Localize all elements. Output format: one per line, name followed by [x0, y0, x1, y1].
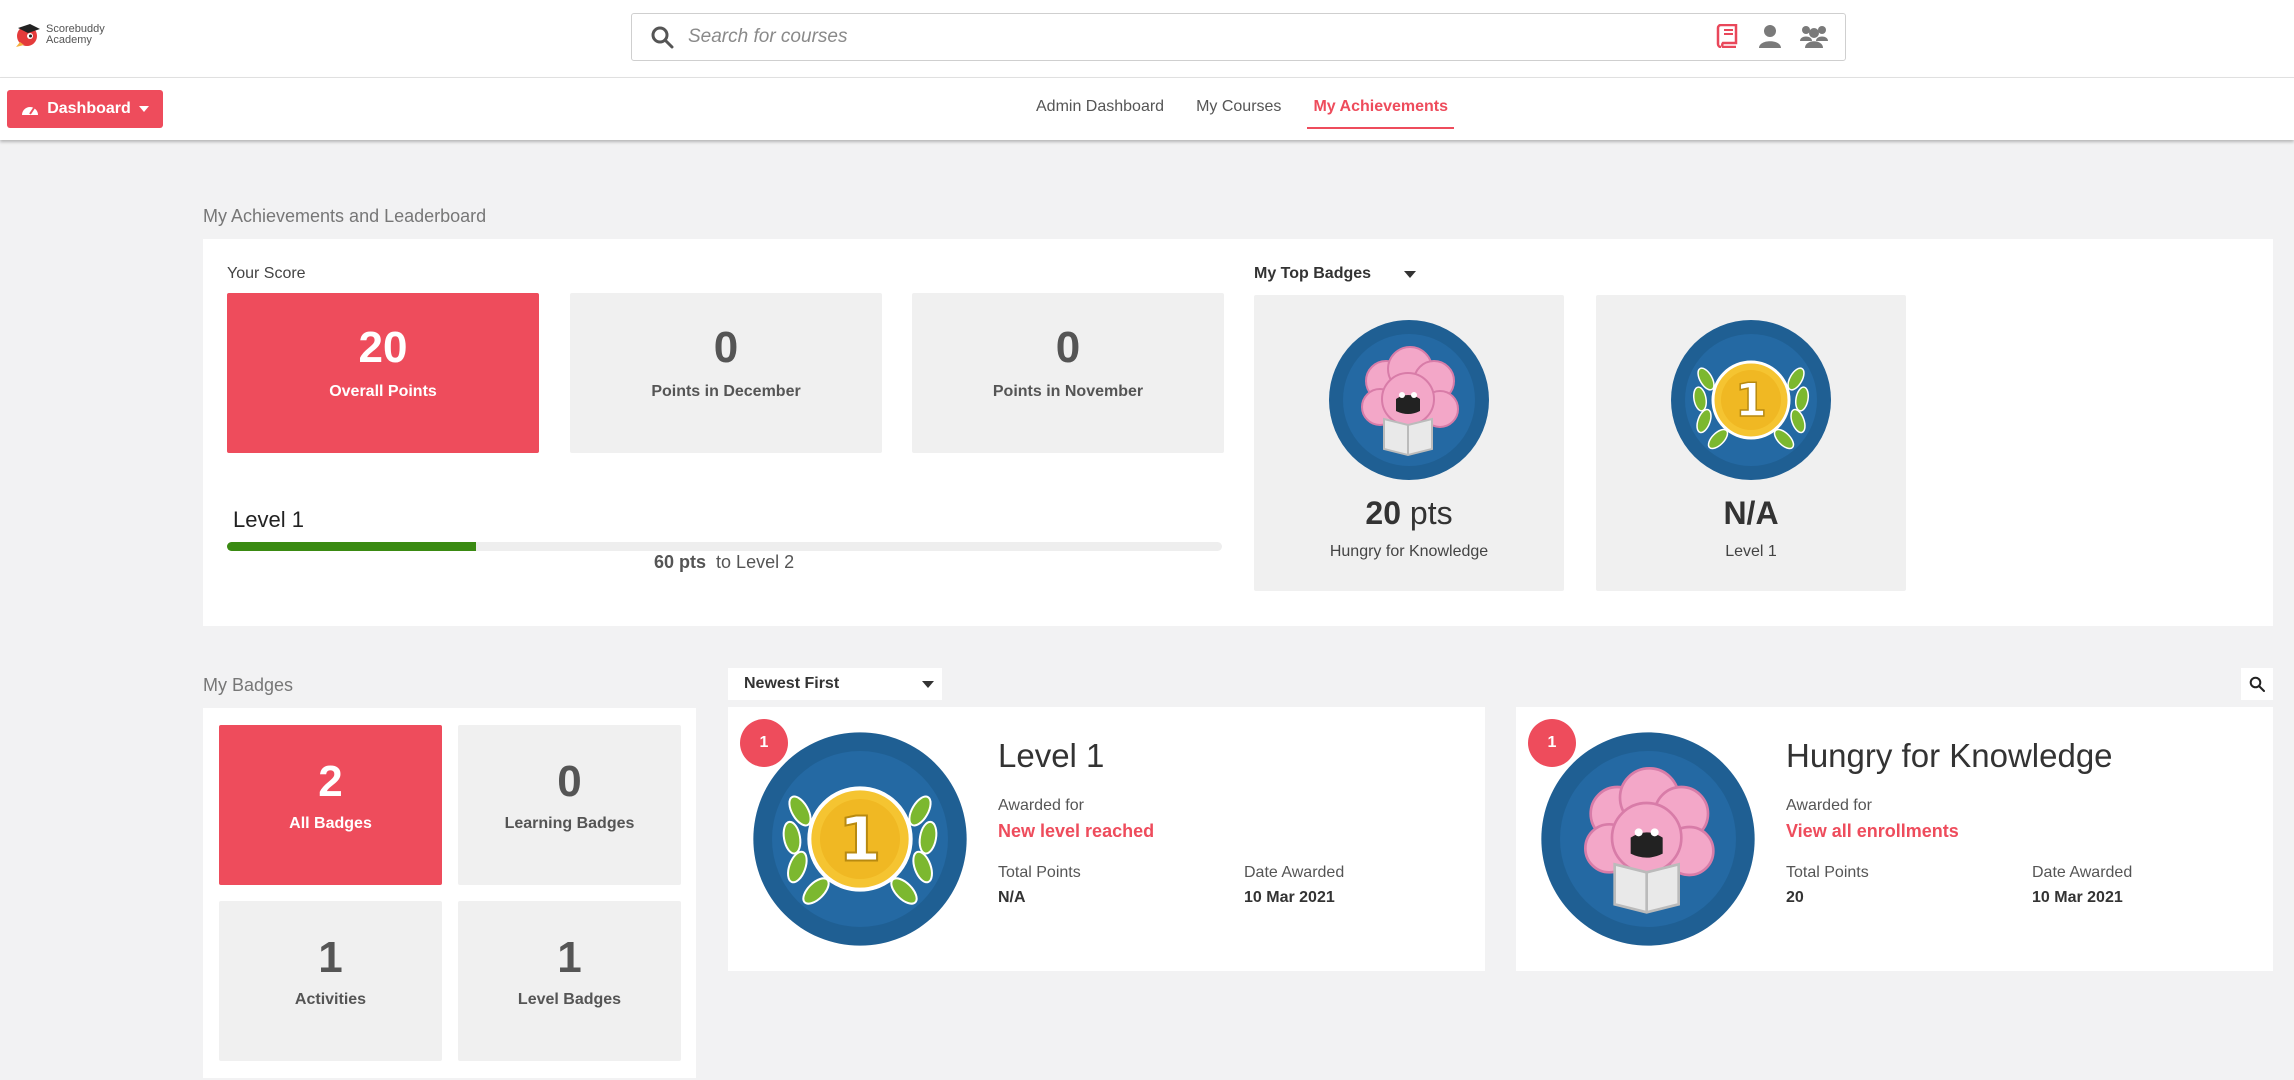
search-bar[interactable] — [631, 13, 1846, 61]
search-icon — [2249, 676, 2265, 692]
tab-my-achievements[interactable]: My Achievements — [1297, 78, 1464, 140]
level-progress-text: 60 pts to Level 2 — [654, 552, 794, 573]
level-1-laurel-badge-icon: 1 — [753, 732, 967, 946]
all-badges-caption: All Badges — [289, 815, 372, 832]
awarded-for-link[interactable]: View all enrollments — [1786, 821, 1959, 842]
svg-text:1: 1 — [839, 804, 882, 875]
chevron-down-icon — [922, 681, 934, 688]
date-awarded-label: Date Awarded — [1244, 864, 1345, 881]
search-input[interactable] — [688, 26, 1688, 48]
level-progress-points: 60 pts — [654, 552, 707, 572]
brain-badge-icon — [1541, 732, 1755, 946]
top-badge-name: Level 1 — [1725, 543, 1777, 560]
awarded-for-label: Awarded for — [1786, 797, 1872, 814]
dashboard-gauge-icon — [22, 107, 39, 115]
level-badges-caption: Level Badges — [517, 991, 622, 1008]
top-badge-points-value: 20 — [1365, 495, 1401, 531]
badge-title: Hungry for Knowledge — [1786, 737, 2113, 774]
chevron-down-icon — [138, 106, 149, 112]
logo-bird-icon — [16, 24, 40, 47]
top-badge-name: Hungry for Knowledge — [1329, 543, 1489, 560]
top-badge-points-unit: pts — [1409, 495, 1453, 531]
achievements-section-title: My Achievements and Leaderboard — [203, 206, 487, 226]
user-icon[interactable] — [1759, 24, 1781, 48]
date-awarded-label: Date Awarded — [2032, 864, 2133, 881]
svg-text:1: 1 — [1735, 373, 1767, 427]
chevron-down-icon — [1403, 271, 1416, 278]
all-badges-count: 2 — [318, 757, 343, 806]
overall-points-box: 20 Overall Points — [227, 293, 539, 453]
dashboard-button-label: Dashboard — [47, 100, 131, 117]
level-badges-tile[interactable]: 1 Level Badges — [458, 901, 681, 1061]
top-header: Scorebuddy Academy — [0, 0, 2294, 78]
badge-title: Level 1 — [998, 737, 1105, 774]
overall-points-value: 20 — [358, 323, 408, 372]
points-december-caption: Points in December — [651, 383, 801, 400]
sort-dropdown-label: Newest First — [744, 675, 840, 692]
top-badge-points: 20 pts — [1254, 495, 1564, 532]
date-awarded-value: 10 Mar 2021 — [1244, 889, 1335, 906]
logo[interactable]: Scorebuddy Academy — [12, 20, 105, 50]
points-november-caption: Points in November — [992, 383, 1144, 400]
tab-my-courses[interactable]: My Courses — [1180, 78, 1297, 140]
level-1-laurel-badge-icon: 1 — [1671, 320, 1831, 480]
activities-caption: Activities — [294, 991, 367, 1008]
book-icon[interactable] — [1716, 24, 1738, 48]
top-badge-card[interactable]: 1 N/A Level 1 — [1596, 295, 1906, 591]
nav-bar: Dashboard Admin Dashboard My Courses My … — [0, 78, 2294, 140]
learning-badges-count: 0 — [557, 757, 582, 806]
level-progress-bar — [227, 542, 1222, 551]
all-badges-tile[interactable]: 2 All Badges — [219, 725, 442, 885]
points-december-box: 0 Points in December — [570, 293, 882, 453]
badge-search-button[interactable] — [2241, 668, 2273, 700]
points-november-box: 0 Points in November — [912, 293, 1224, 453]
total-points-value: N/A — [998, 889, 1026, 906]
group-icon[interactable] — [1800, 24, 1828, 48]
level-progress-suffix: to Level 2 — [716, 552, 795, 572]
top-badges-label: My Top Badges — [1254, 265, 1372, 282]
points-december-value: 0 — [713, 323, 739, 372]
top-badges-dropdown[interactable]: My Top Badges — [1254, 265, 1416, 283]
badge-count-pill: 1 — [740, 719, 788, 767]
total-points-label: Total Points — [998, 864, 1081, 881]
learning-badges-caption: Learning Badges — [504, 815, 635, 832]
activities-tile[interactable]: 1 Activities — [219, 901, 442, 1061]
dashboard-button[interactable]: Dashboard — [7, 90, 163, 128]
top-badge-points-value: N/A — [1723, 495, 1779, 531]
badge-award-card[interactable]: 1 Hungry for Knowledge Awarded for View … — [1516, 707, 2273, 971]
level-progress-fill — [227, 542, 476, 551]
level-badges-count: 1 — [557, 933, 582, 982]
search-icon — [651, 26, 674, 49]
awarded-for-label: Awarded for — [998, 797, 1084, 814]
logo-text: Scorebuddy Academy — [46, 23, 105, 46]
learning-badges-tile[interactable]: 0 Learning Badges — [458, 725, 681, 885]
date-awarded-value: 10 Mar 2021 — [2032, 889, 2123, 906]
sort-dropdown[interactable]: Newest First — [728, 668, 942, 700]
level-label: Level 1 — [233, 507, 304, 532]
total-points-label: Total Points — [1786, 864, 1869, 881]
total-points-value: 20 — [1786, 889, 1804, 906]
badges-section-title: My Badges — [203, 675, 294, 695]
top-badge-card[interactable]: 20 pts Hungry for Knowledge — [1254, 295, 1564, 591]
badge-award-card[interactable]: 1 1 Level 1 Awarded for New level reache… — [728, 707, 1485, 971]
your-score-label: Your Score — [227, 265, 306, 282]
activities-count: 1 — [318, 933, 343, 982]
points-november-value: 0 — [1055, 323, 1081, 372]
awarded-for-link[interactable]: New level reached — [998, 821, 1154, 842]
tab-admin-dashboard[interactable]: Admin Dashboard — [1020, 78, 1180, 140]
nav-tabs: Admin Dashboard My Courses My Achievemen… — [1020, 78, 1464, 140]
top-badge-points: N/A — [1596, 495, 1906, 532]
brain-badge-icon — [1329, 320, 1489, 480]
overall-points-caption: Overall Points — [329, 383, 437, 400]
badge-count-pill: 1 — [1528, 719, 1576, 767]
